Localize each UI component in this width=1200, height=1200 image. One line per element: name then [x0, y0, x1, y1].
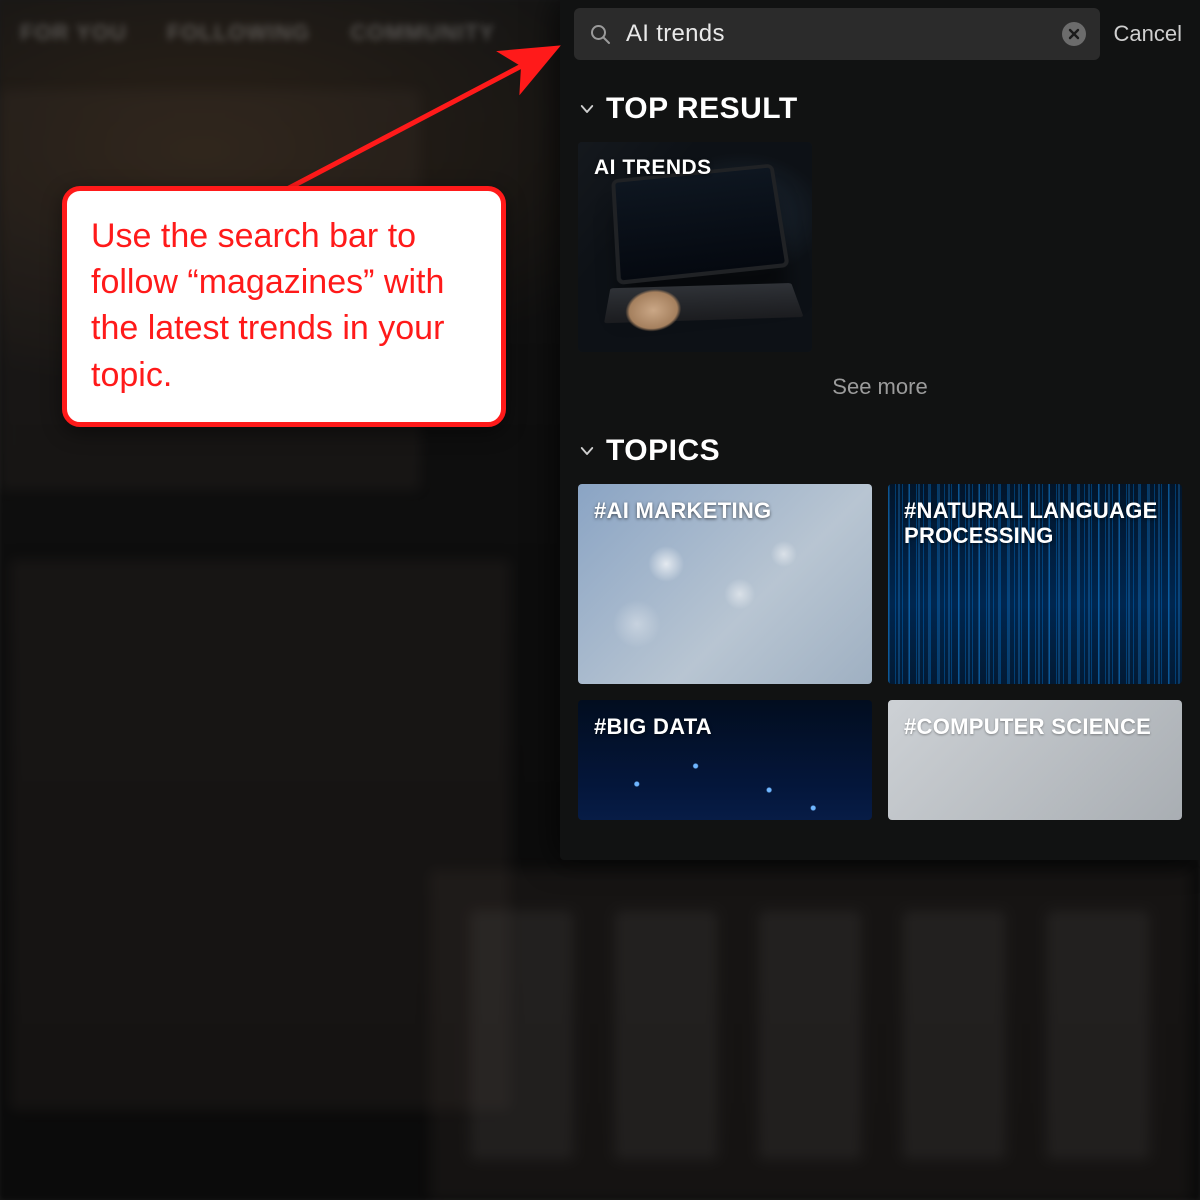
topic-card-ai-marketing[interactable]: #AI MARKETING: [578, 484, 872, 684]
see-more-button[interactable]: See more: [578, 374, 1182, 400]
topic-label: #NATURAL LANGUAGE PROCESSING: [888, 484, 1182, 563]
topic-card-nlp[interactable]: #NATURAL LANGUAGE PROCESSING: [888, 484, 1182, 684]
topics-section: TOPICS: [560, 410, 1200, 468]
clear-search-button[interactable]: [1062, 22, 1086, 46]
bg-tab: FOR YOU: [20, 20, 127, 80]
section-header[interactable]: TOP RESULT: [578, 92, 1182, 126]
topic-label: #COMPUTER SCIENCE: [888, 700, 1182, 753]
top-result-section: TOP RESULT AI TRENDS See more: [560, 68, 1200, 410]
topic-label: #AI MARKETING: [578, 484, 872, 537]
search-panel: Cancel TOP RESULT AI TRENDS See more TOP…: [560, 0, 1200, 860]
topics-grid: #AI MARKETING #NATURAL LANGUAGE PROCESSI…: [560, 484, 1200, 820]
topic-card-big-data[interactable]: #BIG DATA: [578, 700, 872, 820]
bg-tab: COMMUNITY: [350, 20, 495, 80]
search-row: Cancel: [560, 0, 1200, 68]
search-icon: [588, 22, 612, 46]
chevron-down-icon: [578, 442, 596, 460]
top-result-card[interactable]: AI TRENDS: [578, 142, 812, 352]
section-title: TOPICS: [606, 434, 720, 468]
chevron-down-icon: [578, 100, 596, 118]
result-card-title: AI TRENDS: [578, 142, 812, 194]
search-input[interactable]: [612, 20, 1062, 48]
close-icon: [1068, 28, 1080, 40]
annotation-callout: Use the search bar to follow “magazines”…: [62, 186, 506, 427]
section-header[interactable]: TOPICS: [578, 434, 1182, 468]
topic-card-computer-science[interactable]: #COMPUTER SCIENCE: [888, 700, 1182, 820]
search-box[interactable]: [574, 8, 1100, 60]
annotation-text: Use the search bar to follow “magazines”…: [91, 213, 477, 398]
bg-tab: FOLLOWING: [167, 20, 310, 80]
section-title: TOP RESULT: [606, 92, 798, 126]
cancel-button[interactable]: Cancel: [1114, 21, 1182, 47]
topic-label: #BIG DATA: [578, 700, 872, 753]
